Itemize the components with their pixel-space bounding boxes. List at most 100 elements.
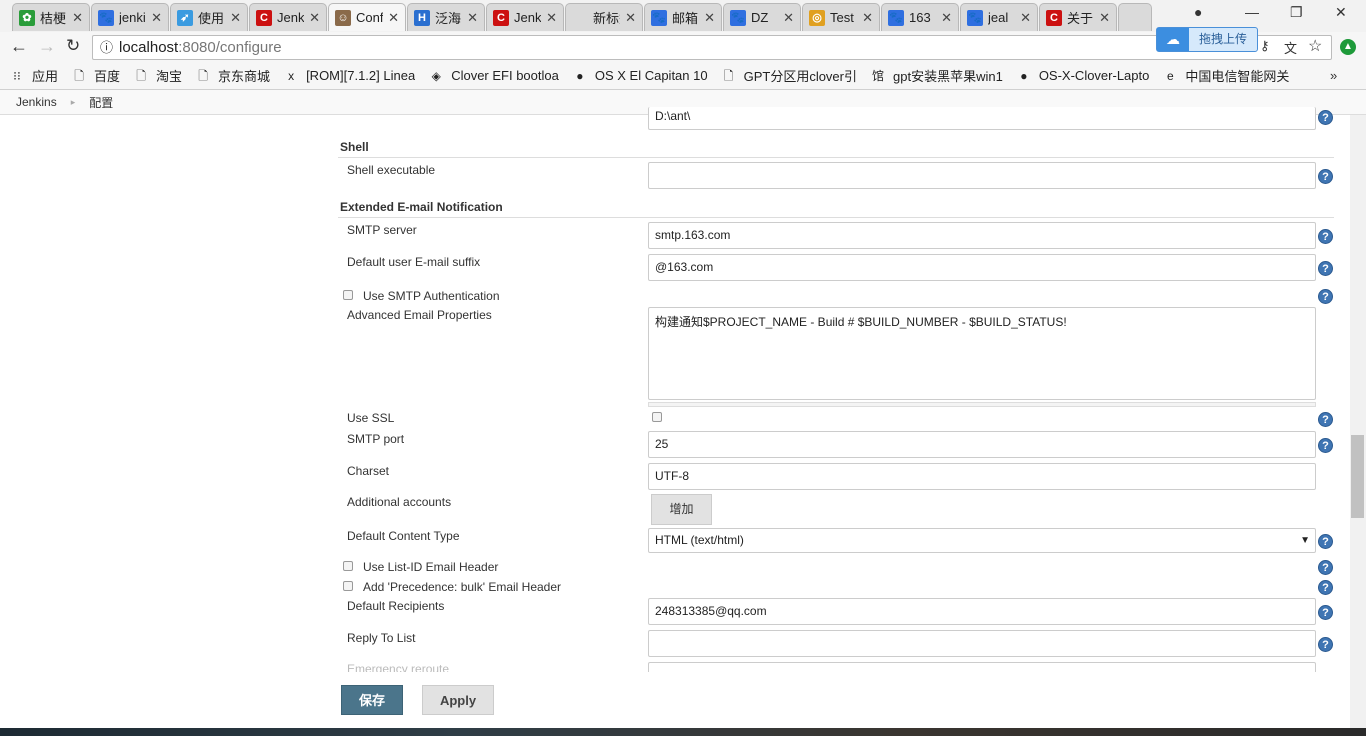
save-button[interactable]: 保存	[341, 685, 403, 715]
help-icon[interactable]: ?	[1318, 412, 1333, 427]
breadcrumb-jenkins[interactable]: Jenkins	[16, 95, 57, 109]
tab[interactable]: ✿ 桔梗 ✕	[12, 3, 90, 31]
tab[interactable]: ◎ Test ✕	[802, 3, 880, 31]
advanced-email-properties-label: Advanced Email Properties	[347, 308, 492, 322]
close-tab-icon[interactable]: ✕	[151, 10, 162, 26]
reload-button[interactable]: ↻	[66, 36, 80, 56]
tab[interactable]: H 泛海 ✕	[407, 3, 485, 31]
star-icon[interactable]: ☆	[1308, 36, 1322, 56]
list-id-checkbox[interactable]	[343, 561, 353, 571]
breadcrumb-configure[interactable]: 配置	[89, 94, 113, 111]
bookmark[interactable]: 🗋 淘宝	[134, 66, 182, 85]
tab[interactable]: ➶ 使用 ✕	[170, 3, 248, 31]
bookmark[interactable]: 🗋 京东商城	[196, 66, 270, 85]
close-tab-icon[interactable]: ✕	[783, 10, 794, 26]
maximize-button[interactable]: ❐	[1290, 4, 1303, 21]
tab[interactable]: C 关于 ✕	[1039, 3, 1117, 31]
content-type-select[interactable]: HTML (text/html) ▼	[648, 528, 1316, 553]
help-icon[interactable]: ?	[1318, 438, 1333, 453]
precedence-checkbox[interactable]	[343, 581, 353, 591]
bookmark[interactable]: x [ROM][7.1.2] Linea	[284, 68, 415, 83]
help-icon[interactable]: ?	[1318, 229, 1333, 244]
close-tab-icon[interactable]: ✕	[1020, 10, 1031, 26]
key-icon[interactable]: ⚷	[1260, 38, 1270, 54]
bookmark[interactable]: ⁝⁝ 应用	[10, 66, 58, 85]
reply-to-input[interactable]	[648, 630, 1316, 657]
close-tab-icon[interactable]: ✕	[1099, 10, 1110, 26]
close-tab-icon[interactable]: ✕	[704, 10, 715, 26]
help-icon[interactable]: ?	[1318, 169, 1333, 184]
favicon-icon: 🐾	[967, 9, 983, 26]
scrollbar[interactable]	[1350, 115, 1366, 728]
textarea-resize-handle[interactable]	[648, 402, 1316, 407]
tab[interactable]: C Jenkins ✕	[249, 3, 327, 31]
translate-icon[interactable]: 文	[1284, 38, 1297, 57]
tab[interactable]: 🐾 DZ ✕	[723, 3, 801, 31]
smtp-server-input[interactable]: smtp.163.com	[648, 222, 1316, 249]
new-tab-button[interactable]	[1118, 3, 1152, 31]
tab[interactable]: 🐾 jeal ✕	[960, 3, 1038, 31]
profile-icon[interactable]: ●	[1194, 4, 1202, 20]
minimize-button[interactable]: —	[1245, 4, 1259, 20]
close-tab-icon[interactable]: ✕	[941, 10, 952, 26]
bookmarks-more-button[interactable]: »	[1330, 68, 1337, 83]
close-tab-icon[interactable]: ✕	[467, 10, 478, 26]
close-tab-icon[interactable]: ✕	[309, 10, 320, 26]
tab[interactable]: 🐾 jenkins ✕	[91, 3, 169, 31]
bookmark[interactable]: 馆 gpt安装黑苹果win1	[871, 66, 1003, 85]
smtp-port-input[interactable]: 25	[648, 431, 1316, 458]
tab[interactable]: 🐾 163 ✕	[881, 3, 959, 31]
bookmark[interactable]: 🗋 GPT分区用clover引	[722, 66, 857, 85]
tab[interactable]: C Jenkins ✕	[486, 3, 564, 31]
favicon-icon: C	[493, 9, 509, 26]
help-icon[interactable]: ?	[1318, 637, 1333, 652]
use-ssl-label: Use SSL	[347, 411, 395, 425]
tab[interactable]: 🐾 邮箱 ✕	[644, 3, 722, 31]
scrollbar-thumb[interactable]	[1351, 435, 1364, 518]
bookmark[interactable]: ● OS-X-Clover-Lapto	[1017, 68, 1149, 83]
email-suffix-input[interactable]: @163.com	[648, 254, 1316, 281]
close-tab-icon[interactable]: ✕	[72, 10, 83, 26]
close-tab-icon[interactable]: ✕	[230, 10, 241, 26]
page-icon: 🗋	[198, 68, 208, 83]
help-icon[interactable]: ?	[1318, 580, 1333, 595]
apple-icon: ●	[576, 68, 584, 83]
tab[interactable]: ☺ Configure ✕	[328, 3, 406, 31]
ant-home-input[interactable]: D:\ant\	[648, 107, 1316, 130]
use-ssl-checkbox[interactable]	[652, 412, 662, 422]
close-window-button[interactable]: ✕	[1335, 4, 1347, 21]
add-account-button[interactable]: 增加	[651, 494, 712, 525]
extension-upload-icon[interactable]: ▲	[1340, 39, 1356, 55]
shell-executable-input[interactable]	[648, 162, 1316, 189]
close-tab-icon[interactable]: ✕	[388, 10, 399, 26]
bookmark[interactable]: e 中国电信智能网关	[1163, 66, 1289, 85]
address-bar[interactable]: ⓘ localhost:8080/configure	[92, 35, 1332, 60]
close-tab-icon[interactable]: ✕	[546, 10, 557, 26]
bookmark[interactable]: ◈ Clover EFI bootloa	[429, 68, 559, 83]
favicon-icon: ➶	[177, 9, 193, 26]
help-icon[interactable]: ?	[1318, 289, 1333, 304]
close-tab-icon[interactable]: ✕	[625, 10, 636, 26]
apply-button[interactable]: Apply	[422, 685, 494, 715]
help-icon[interactable]: ?	[1318, 261, 1333, 276]
back-button[interactable]: ←	[10, 36, 28, 57]
bookmark-label: 京东商城	[218, 69, 271, 84]
advanced-email-properties-textarea[interactable]: 构建通知$PROJECT_NAME - Build # $BUILD_NUMBE…	[648, 307, 1316, 400]
favicon-icon: 🐾	[888, 9, 904, 26]
help-icon[interactable]: ?	[1318, 534, 1333, 549]
default-recipients-input[interactable]: 248313385@qq.com	[648, 598, 1316, 625]
bookmark[interactable]: 🗋 百度	[72, 66, 120, 85]
charset-input[interactable]: UTF-8	[648, 463, 1316, 490]
tab[interactable]: 新标签页 ✕	[565, 3, 643, 31]
baidu-upload-widget[interactable]: ☁ 拖拽上传	[1156, 27, 1258, 52]
shell-executable-label: Shell executable	[347, 163, 436, 177]
forward-button[interactable]: →	[38, 36, 56, 57]
help-icon[interactable]: ?	[1318, 605, 1333, 620]
smtp-auth-checkbox[interactable]	[343, 290, 353, 300]
favicon-icon: 🐾	[98, 9, 114, 26]
help-icon[interactable]: ?	[1318, 110, 1333, 125]
list-id-label: Use List-ID Email Header	[363, 560, 499, 574]
close-tab-icon[interactable]: ✕	[862, 10, 873, 26]
help-icon[interactable]: ?	[1318, 560, 1333, 575]
bookmark[interactable]: ● OS X El Capitan 10	[573, 68, 707, 83]
